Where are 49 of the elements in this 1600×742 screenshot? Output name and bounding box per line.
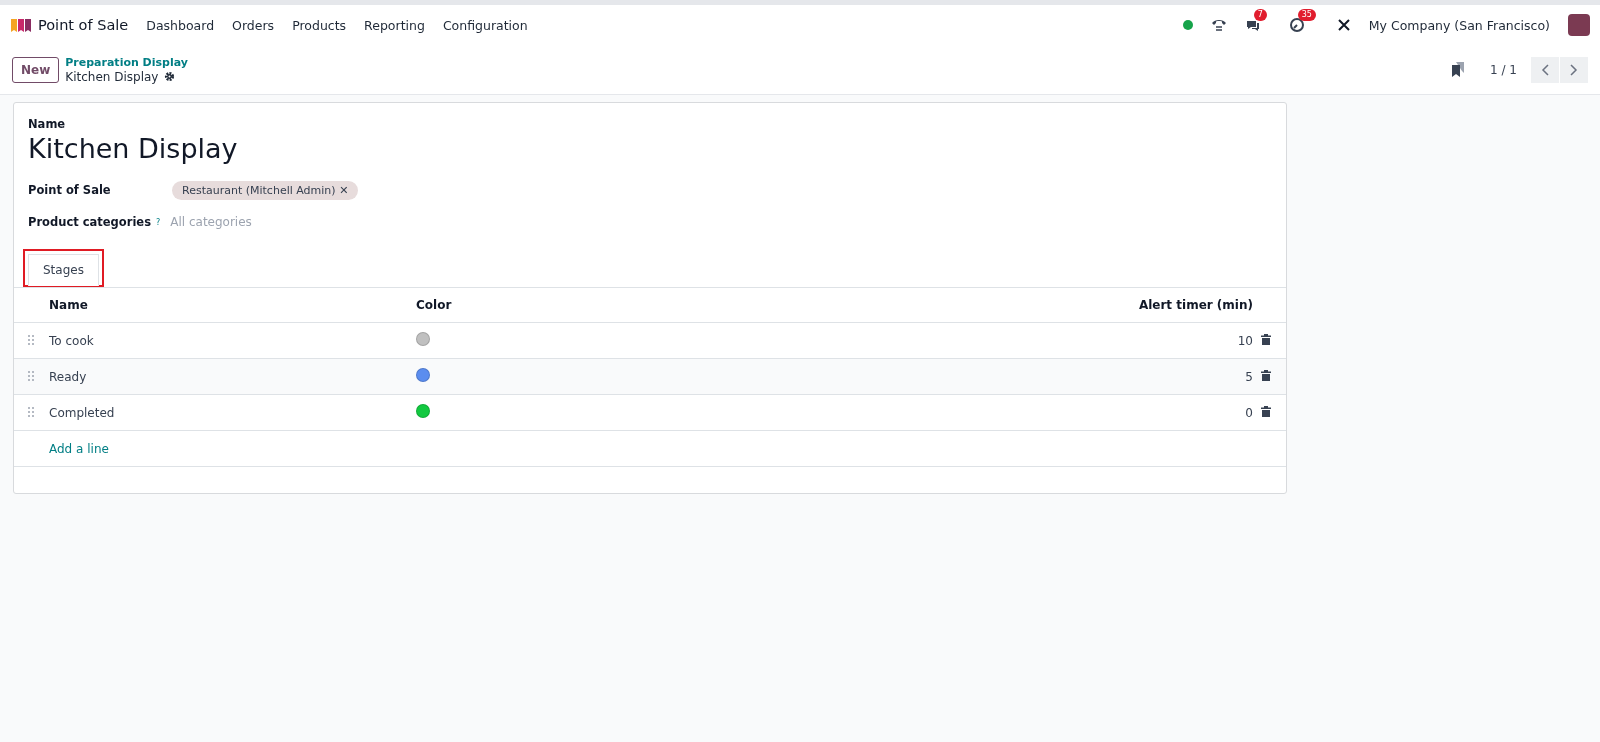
table-cell: Ready: [48, 358, 415, 395]
table-cell: 0: [619, 394, 1254, 431]
settings-icon[interactable]: [164, 71, 176, 82]
phone-icon[interactable]: [1210, 17, 1227, 33]
field-label: Product categories: [28, 215, 152, 229]
color-dot[interactable]: [416, 332, 430, 346]
table-cell: Completed: [48, 394, 415, 431]
trash-icon[interactable]: [1261, 333, 1271, 345]
drag-handle-icon[interactable]: [28, 370, 34, 381]
breadcrumb-link[interactable]: Preparation Display: [65, 55, 188, 70]
new-button[interactable]: New: [12, 56, 60, 83]
clock-icon[interactable]: [1288, 17, 1305, 33]
user-avatar[interactable]: [1568, 14, 1590, 36]
menu-item[interactable]: Orders: [232, 17, 275, 33]
drag-handle-icon[interactable]: [28, 406, 34, 417]
column-header[interactable]: Alert timer (min): [619, 288, 1254, 323]
field-label: Name: [28, 117, 67, 131]
table-cell: 10: [619, 322, 1254, 359]
trash-icon[interactable]: [1261, 405, 1271, 417]
bookmarks-icon[interactable]: [1452, 62, 1465, 77]
name-field[interactable]: Kitchen Display: [28, 133, 1272, 164]
field-label: Point of Sale: [28, 183, 112, 197]
chevron-left-icon: [1541, 63, 1549, 76]
menu-item[interactable]: Products: [292, 17, 347, 33]
pager-value[interactable]: 1 / 1: [1490, 62, 1517, 77]
help-tooltip-mark[interactable]: ?: [156, 217, 161, 227]
menu-item[interactable]: Dashboard: [146, 17, 215, 33]
add-line-link[interactable]: Add a line: [49, 441, 109, 456]
drag-handle-icon[interactable]: [28, 334, 34, 345]
app-name[interactable]: Point of Sale: [38, 17, 129, 33]
company-switcher[interactable]: My Company (San Francisco): [1368, 17, 1550, 33]
breadcrumb-current: Kitchen Display: [65, 69, 159, 84]
column-header[interactable]: Color: [415, 288, 620, 323]
trash-icon[interactable]: [1261, 369, 1271, 381]
menu-item[interactable]: Reporting: [364, 17, 425, 33]
chevron-right-icon: [1570, 63, 1578, 76]
messages-badge: 7: [1253, 9, 1267, 21]
remove-tag-icon[interactable]: ✕: [339, 183, 349, 197]
table-cell: To cook: [48, 322, 415, 359]
activities-badge: 35: [1297, 9, 1316, 21]
color-dot[interactable]: [416, 404, 430, 418]
color-dot[interactable]: [416, 368, 430, 382]
app-logo-icon[interactable]: [10, 17, 32, 33]
tag-chip[interactable]: Restaurant (Mitchell Admin): [182, 183, 336, 197]
column-header[interactable]: Name: [48, 288, 415, 323]
status-dot-icon: [1182, 20, 1193, 30]
menu-item[interactable]: Configuration: [442, 17, 528, 33]
tab[interactable]: Stages: [28, 254, 99, 286]
table-cell: 5: [619, 358, 1254, 395]
